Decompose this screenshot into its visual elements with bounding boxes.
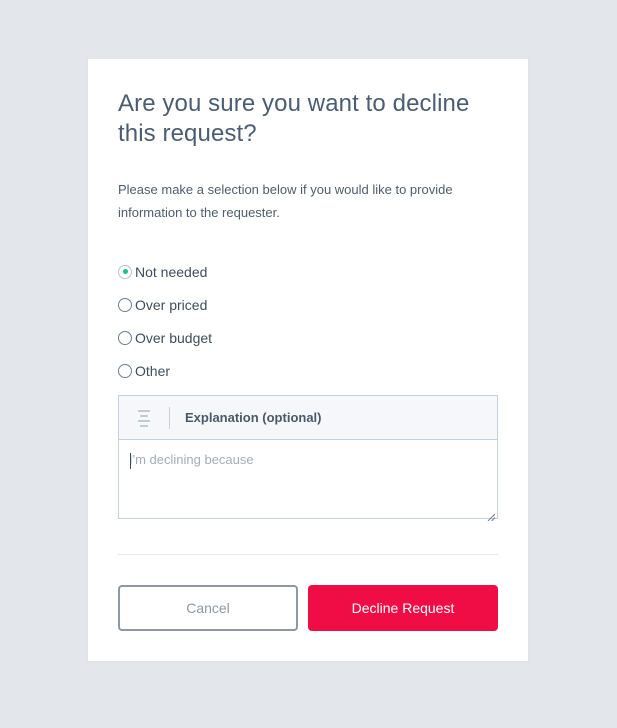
decline-dialog: Are you sure you want to decline this re…: [88, 59, 528, 661]
radio-button-selected[interactable]: [118, 264, 132, 279]
reason-option-label: Over priced: [135, 296, 208, 313]
resize-grip-icon[interactable]: [487, 508, 496, 522]
reason-option-over-budget[interactable]: Over budget: [118, 321, 418, 354]
reason-option-not-needed[interactable]: Not needed: [118, 255, 418, 288]
explanation-label: Explanation (optional): [185, 410, 322, 425]
reason-option-label: Other: [135, 362, 171, 379]
dialog-description: Please make a selection below if you wou…: [118, 182, 453, 220]
text-caret: [130, 453, 131, 469]
radio-button[interactable]: [118, 330, 132, 345]
decline-request-button[interactable]: Decline Request: [308, 585, 498, 631]
reason-option-over-priced[interactable]: Over priced: [118, 288, 418, 321]
dialog-title: Are you sure you want to decline this re…: [118, 90, 470, 147]
explanation-textarea[interactable]: [119, 439, 497, 518]
header-divider: [169, 406, 170, 429]
reason-option-label: Over budget: [135, 329, 213, 346]
reason-option-label: Not needed: [135, 263, 208, 280]
radio-selected-dot: [122, 269, 128, 274]
explanation-header: Explanation (optional): [119, 396, 497, 440]
radio-button[interactable]: [118, 297, 132, 312]
text-align-center-icon[interactable]: [119, 396, 169, 440]
footer-divider: [118, 554, 498, 555]
radio-button[interactable]: [118, 363, 132, 378]
cancel-button[interactable]: Cancel: [118, 585, 298, 631]
reason-radio-group: Not needed Over priced Over budget Other: [118, 255, 418, 387]
explanation-box: Explanation (optional): [118, 395, 498, 522]
reason-option-other[interactable]: Other: [118, 354, 418, 387]
